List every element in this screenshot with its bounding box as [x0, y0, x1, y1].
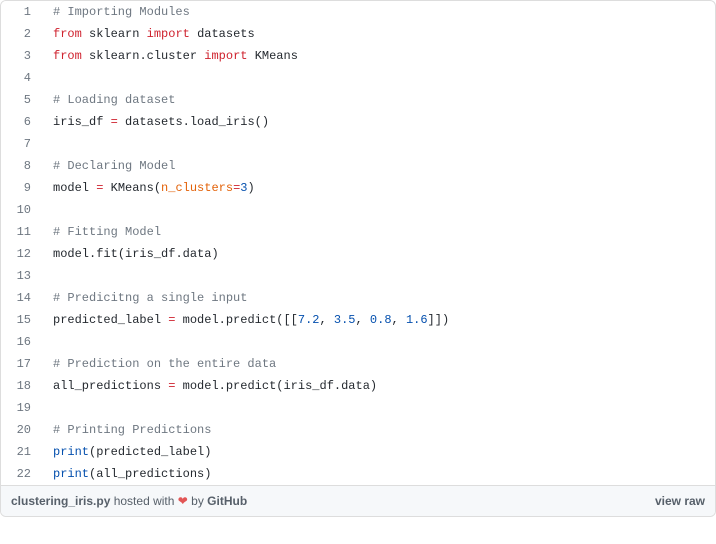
line-number[interactable]: 1	[1, 1, 41, 23]
hosted-text: hosted with	[110, 494, 177, 508]
line-content	[41, 199, 715, 221]
line-number[interactable]: 2	[1, 23, 41, 45]
line-number[interactable]: 19	[1, 397, 41, 419]
line-content: print(predicted_label)	[41, 441, 715, 463]
code-line: 9model = KMeans(n_clusters=3)	[1, 177, 715, 199]
line-content	[41, 397, 715, 419]
line-number[interactable]: 4	[1, 67, 41, 89]
line-content: model.fit(iris_df.data)	[41, 243, 715, 265]
line-number[interactable]: 18	[1, 375, 41, 397]
code-line: 16	[1, 331, 715, 353]
line-number[interactable]: 15	[1, 309, 41, 331]
line-number[interactable]: 21	[1, 441, 41, 463]
code-line: 14# Predicitng a single input	[1, 287, 715, 309]
line-content: from sklearn.cluster import KMeans	[41, 45, 715, 67]
code-line: 21print(predicted_label)	[1, 441, 715, 463]
line-content: # Predicitng a single input	[41, 287, 715, 309]
code-line: 12model.fit(iris_df.data)	[1, 243, 715, 265]
code-line: 10	[1, 199, 715, 221]
code-line: 5# Loading dataset	[1, 89, 715, 111]
line-number[interactable]: 14	[1, 287, 41, 309]
line-content: from sklearn import datasets	[41, 23, 715, 45]
line-content: # Fitting Model	[41, 221, 715, 243]
code-line: 7	[1, 133, 715, 155]
line-number[interactable]: 11	[1, 221, 41, 243]
line-content: model = KMeans(n_clusters=3)	[41, 177, 715, 199]
code-line: 8# Declaring Model	[1, 155, 715, 177]
line-content: iris_df = datasets.load_iris()	[41, 111, 715, 133]
line-content: # Importing Modules	[41, 1, 715, 23]
line-number[interactable]: 7	[1, 133, 41, 155]
gist-container: 1# Importing Modules2from sklearn import…	[0, 0, 716, 517]
line-content: # Prediction on the entire data	[41, 353, 715, 375]
code-line: 20# Printing Predictions	[1, 419, 715, 441]
github-link[interactable]: GitHub	[207, 494, 247, 508]
heart-icon: ❤	[178, 494, 188, 508]
by-text: by	[188, 494, 207, 508]
filename-link[interactable]: clustering_iris.py	[11, 494, 110, 508]
code-line: 22print(all_predictions)	[1, 463, 715, 485]
line-content: print(all_predictions)	[41, 463, 715, 485]
code-line: 15predicted_label = model.predict([[7.2,…	[1, 309, 715, 331]
code-line: 1# Importing Modules	[1, 1, 715, 23]
code-line: 3from sklearn.cluster import KMeans	[1, 45, 715, 67]
code-table: 1# Importing Modules2from sklearn import…	[1, 1, 715, 485]
code-line: 2from sklearn import datasets	[1, 23, 715, 45]
code-line: 13	[1, 265, 715, 287]
line-number[interactable]: 20	[1, 419, 41, 441]
line-number[interactable]: 9	[1, 177, 41, 199]
line-content	[41, 265, 715, 287]
code-line: 18all_predictions = model.predict(iris_d…	[1, 375, 715, 397]
line-number[interactable]: 8	[1, 155, 41, 177]
line-number[interactable]: 13	[1, 265, 41, 287]
line-content: all_predictions = model.predict(iris_df.…	[41, 375, 715, 397]
line-number[interactable]: 17	[1, 353, 41, 375]
line-content: predicted_label = model.predict([[7.2, 3…	[41, 309, 715, 331]
line-content: # Printing Predictions	[41, 419, 715, 441]
code-line: 4	[1, 67, 715, 89]
line-number[interactable]: 16	[1, 331, 41, 353]
code-line: 11# Fitting Model	[1, 221, 715, 243]
footer-left: clustering_iris.py hosted with ❤ by GitH…	[11, 494, 247, 508]
line-content: # Declaring Model	[41, 155, 715, 177]
line-number[interactable]: 6	[1, 111, 41, 133]
line-content	[41, 133, 715, 155]
line-content: # Loading dataset	[41, 89, 715, 111]
code-line: 19	[1, 397, 715, 419]
line-content	[41, 67, 715, 89]
gist-footer: clustering_iris.py hosted with ❤ by GitH…	[1, 485, 715, 516]
line-number[interactable]: 10	[1, 199, 41, 221]
code-line: 6iris_df = datasets.load_iris()	[1, 111, 715, 133]
line-number[interactable]: 12	[1, 243, 41, 265]
code-line: 17# Prediction on the entire data	[1, 353, 715, 375]
line-content	[41, 331, 715, 353]
line-number[interactable]: 5	[1, 89, 41, 111]
line-number[interactable]: 22	[1, 463, 41, 485]
line-number[interactable]: 3	[1, 45, 41, 67]
view-raw-link[interactable]: view raw	[655, 494, 705, 508]
